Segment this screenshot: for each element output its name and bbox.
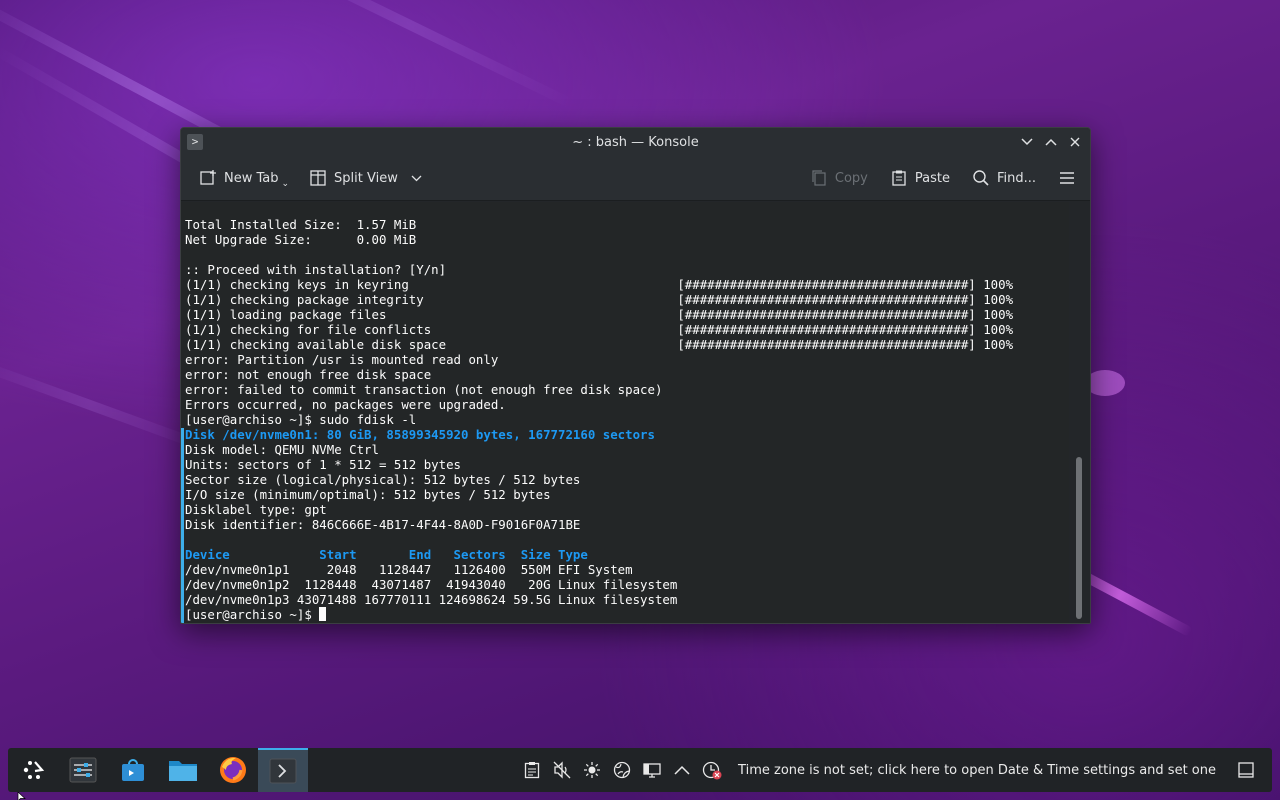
hamburger-menu-button[interactable]	[1052, 163, 1082, 193]
terminal-output[interactable]: Total Installed Size: 1.57 MiB Net Upgrad…	[181, 202, 1071, 623]
terminal-line: (1/1) checking package integrity [######…	[185, 292, 1014, 307]
wallpaper-streak	[246, 0, 574, 109]
terminal-line: Disk /dev/nvme0n1: 80 GiB, 85899345920 b…	[185, 427, 655, 442]
display-icon[interactable]	[640, 758, 664, 782]
search-icon	[972, 169, 990, 187]
firefox-button[interactable]	[208, 748, 258, 792]
chevron-down-icon	[411, 171, 422, 186]
terminal-line: Units: sectors of 1 * 512 = 512 bytes	[185, 457, 462, 472]
system-tray: Time zone is not set; click here to open…	[520, 758, 1272, 782]
wallpaper-orb	[1085, 370, 1125, 396]
terminal-line: Sector size (logical/physical): 512 byte…	[185, 472, 581, 487]
terminal-line: Disk identifier: 846C666E-4B17-4F44-8A0D…	[185, 517, 581, 532]
terminal-line: I/O size (minimum/optimal): 512 bytes / …	[185, 487, 551, 502]
terminal-line: (1/1) checking for file conflicts [#####…	[185, 322, 1014, 337]
app-launcher-button[interactable]	[8, 748, 58, 792]
volume-muted-icon[interactable]	[550, 758, 574, 782]
maximize-button[interactable]	[1042, 132, 1060, 152]
discover-store-button[interactable]	[108, 748, 158, 792]
terminal-line: :: Proceed with installation? [Y/n]	[185, 262, 447, 277]
network-icon[interactable]	[610, 758, 634, 782]
paste-icon	[890, 169, 908, 187]
clock-alert-icon[interactable]	[700, 758, 724, 782]
terminal-line: Net Upgrade Size: 0.00 MiB	[185, 232, 417, 247]
chevron-up-icon[interactable]	[670, 758, 694, 782]
system-settings-button[interactable]	[58, 748, 108, 792]
chevron-up-icon	[1045, 138, 1057, 146]
discover-store-icon	[122, 759, 144, 781]
chevron-down-icon	[1021, 138, 1033, 146]
app-launcher-icon	[23, 761, 45, 779]
new-tab-label: New Tab	[224, 170, 279, 186]
split-view-button[interactable]: Split View	[303, 163, 428, 193]
split-view-label: Split View	[334, 170, 398, 186]
konsole-window: > ~ : bash — Konsole New Tab ⌄ Split Vie…	[180, 127, 1091, 624]
copy-button[interactable]: Copy	[804, 163, 874, 193]
new-tab-button[interactable]: New Tab ⌄	[193, 163, 295, 193]
hamburger-menu-icon	[1058, 169, 1076, 187]
terminal-line: error: not enough free disk space	[185, 367, 432, 382]
copy-icon	[810, 169, 828, 187]
terminal-line: Disk model: QEMU NVMe Ctrl	[185, 442, 379, 457]
terminal-line: Errors occurred, no packages were upgrad…	[185, 397, 506, 412]
show-desktop-icon[interactable]	[1234, 758, 1258, 782]
mouse-cursor-icon	[17, 792, 26, 800]
firefox-icon	[220, 757, 246, 783]
close-button[interactable]	[1066, 132, 1084, 152]
minimize-button[interactable]	[1018, 132, 1036, 152]
shell-prompt: [user@archiso ~]$	[185, 607, 320, 622]
terminal-line: Device Start End Sectors Size Type	[185, 547, 588, 562]
terminal-line: /dev/nvme0n1p2 1128448 43071487 41943040…	[185, 577, 678, 592]
terminal-prompt-line: [user@archiso ~]$	[185, 607, 1071, 622]
scrollbar-thumb[interactable]	[1076, 457, 1082, 619]
clipboard-icon[interactable]	[520, 758, 544, 782]
terminal-line: error: Partition /usr is mounted read on…	[185, 352, 499, 367]
brightness-icon[interactable]	[580, 758, 604, 782]
find-button[interactable]: Find...	[966, 163, 1042, 193]
close-icon	[1070, 137, 1080, 147]
chevron-down-icon: ⌄	[281, 179, 290, 189]
split-view-icon	[309, 169, 327, 187]
timezone-notice[interactable]: Time zone is not set; click here to open…	[738, 763, 1216, 778]
file-manager-button[interactable]	[158, 748, 208, 792]
terminal-line: /dev/nvme0n1p1 2048 1128447 1126400 550M…	[185, 562, 633, 577]
terminal-line: /dev/nvme0n1p3 43071488 167770111 124698…	[185, 592, 678, 607]
konsole-icon	[269, 758, 297, 784]
terminal-scrollbar[interactable]	[1069, 202, 1090, 623]
terminal-line: (1/1) checking available disk space [###…	[185, 337, 1014, 352]
terminal-line: (1/1) loading package files [###########…	[185, 307, 1014, 322]
paste-button[interactable]: Paste	[884, 163, 956, 193]
terminal-line: [user@archiso ~]$ sudo fdisk -l	[185, 412, 417, 427]
window-titlebar[interactable]: > ~ : bash — Konsole	[181, 128, 1090, 156]
terminal-line: Disklabel type: gpt	[185, 502, 327, 517]
konsole-task-button[interactable]	[258, 748, 308, 792]
window-controls	[1018, 132, 1084, 152]
command-block-marker	[181, 428, 184, 623]
terminal-line: (1/1) checking keys in keyring [########…	[185, 277, 1014, 292]
konsole-toolbar: New Tab ⌄ Split View Copy Paste Find...	[181, 156, 1090, 201]
terminal-line: error: failed to commit transaction (not…	[185, 382, 663, 397]
taskbar-panel: Time zone is not set; click here to open…	[8, 748, 1272, 792]
text-cursor	[319, 607, 327, 621]
copy-label: Copy	[834, 170, 868, 186]
terminal-line: Total Installed Size: 1.57 MiB	[185, 217, 417, 232]
paste-label: Paste	[914, 170, 950, 186]
new-tab-icon	[199, 169, 217, 187]
find-label: Find...	[996, 170, 1036, 186]
window-title: ~ : bash — Konsole	[572, 134, 699, 150]
konsole-app-icon[interactable]: >	[187, 134, 203, 150]
system-settings-icon	[69, 757, 97, 783]
folder-icon	[169, 761, 197, 781]
